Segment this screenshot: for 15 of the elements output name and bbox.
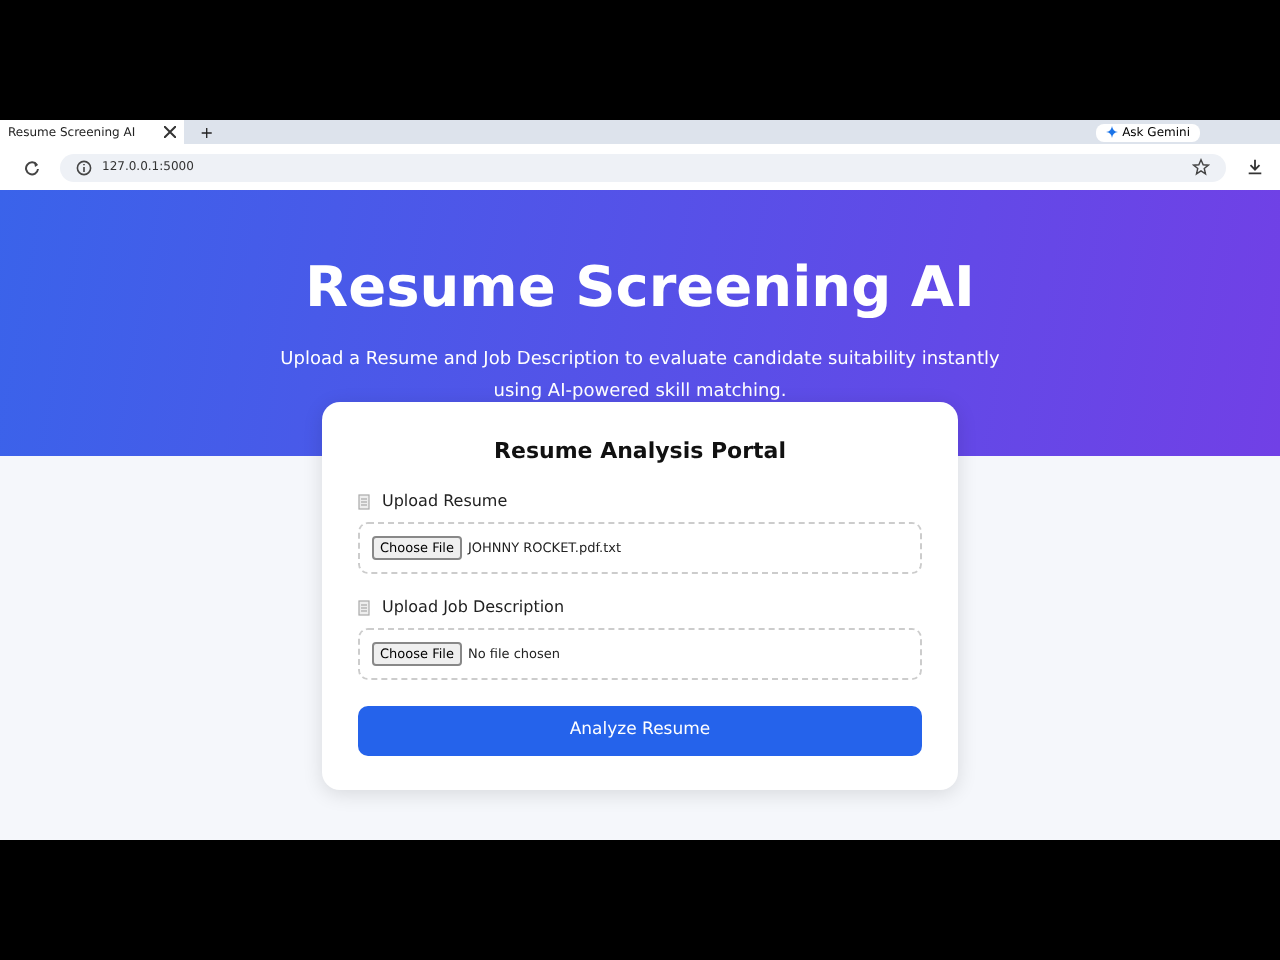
document-icon [358, 599, 370, 615]
document-icon [358, 493, 370, 509]
page-subtitle: Upload a Resume and Job Description to evaluate candidate suitability instantly using AI-powered skill matching. [278, 348, 1002, 406]
reload-icon[interactable] [24, 159, 40, 175]
download-icon[interactable] [1246, 158, 1264, 176]
close-icon[interactable] [164, 126, 176, 138]
bookmark-star-icon[interactable] [1192, 158, 1210, 176]
page-title: Resume Screening AI [305, 254, 975, 320]
sparkle-icon [1106, 126, 1119, 138]
card-title: Resume Analysis Portal [492, 438, 788, 464]
analyze-button[interactable]: Analyze Resume [358, 705, 922, 755]
field-label: Upload Resume [382, 492, 508, 510]
info-icon [76, 159, 92, 175]
field-label: Upload Job Description [382, 598, 565, 616]
new-tab-button[interactable]: + [200, 123, 214, 141]
